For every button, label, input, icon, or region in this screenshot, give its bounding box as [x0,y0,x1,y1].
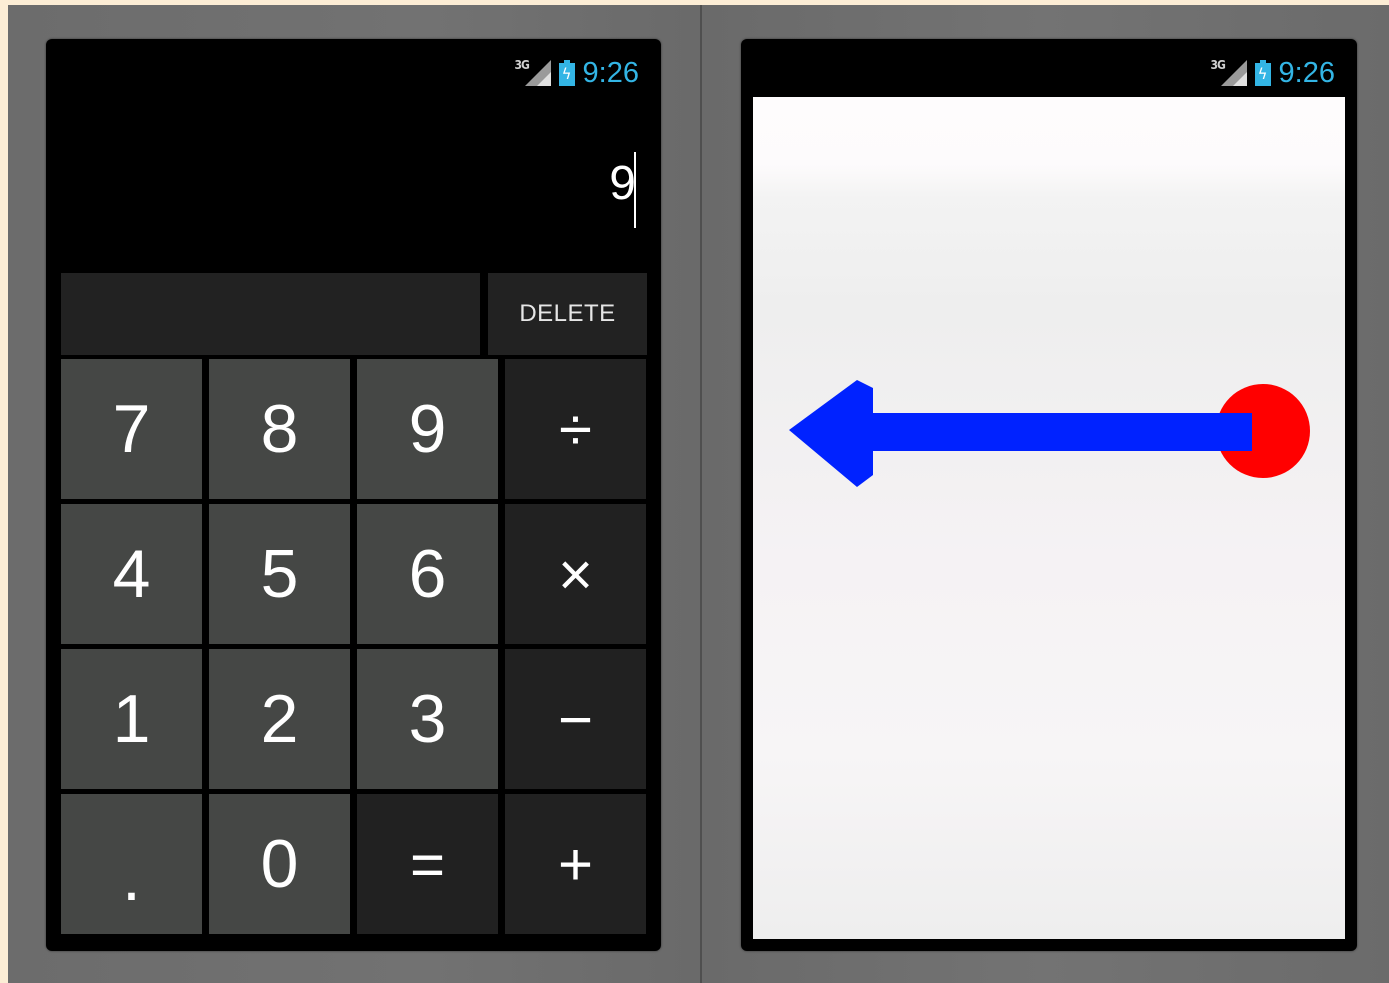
key-digit-9-button[interactable]: 9 [357,359,498,499]
calculator-phone: 9 3G ϟ 9:26 DELETE 7 8 9 ÷ 4 5 6 × 1 2 3−. 0 = + [46,39,661,951]
key-decimal-button[interactable]: . [61,794,202,934]
swipe-left-gesture [789,380,1310,487]
status-bar: 3G ϟ 9:26 [515,53,639,93]
status-bar: 3G ϟ 9:26 [1211,53,1335,93]
key-digit-6-button[interactable]: 6 [357,504,498,644]
gesture-phone: 3G ϟ 9:26 [741,39,1357,951]
battery-charging-icon: ϟ [558,60,575,86]
battery-charging-icon: ϟ [1254,60,1271,86]
status-clock: 9:26 [582,56,639,89]
delete-button[interactable]: DELETE [488,273,647,355]
history-area [61,273,480,355]
key-digit-0-button[interactable]: 0 [209,794,350,934]
key-digit-7-button[interactable]: 7 [61,359,202,499]
key-equals-button[interactable]: = [357,794,498,934]
key-digit-5-button[interactable]: 5 [209,504,350,644]
signal-icon: 3G [515,58,551,88]
signal-icon: 3G [1211,58,1247,88]
key-digit-3-button[interactable]: 3 [357,649,498,789]
frame-divider [700,5,702,983]
status-clock: 9:26 [1278,56,1335,89]
key-add-button[interactable]: + [505,794,646,934]
swipe-arrow-head-icon [789,380,873,487]
key-subtract-button[interactable]: − [505,649,646,789]
display-value[interactable]: 9 [609,154,636,214]
key-digit-2-button[interactable]: 2 [209,649,350,789]
key-digit-8-button[interactable]: 8 [209,359,350,499]
gesture-canvas[interactable] [753,97,1345,939]
key-digit-4-button[interactable]: 4 [61,504,202,644]
swipe-arrow-shaft [868,413,1252,451]
key-digit-1-button[interactable]: 1 [61,649,202,789]
key-divide-button[interactable]: ÷ [505,359,646,499]
keypad: 7 8 9 ÷ 4 5 6 × 1 2 3−. 0 = + [61,359,649,939]
key-multiply-button[interactable]: × [505,504,646,644]
text-cursor [634,152,636,228]
